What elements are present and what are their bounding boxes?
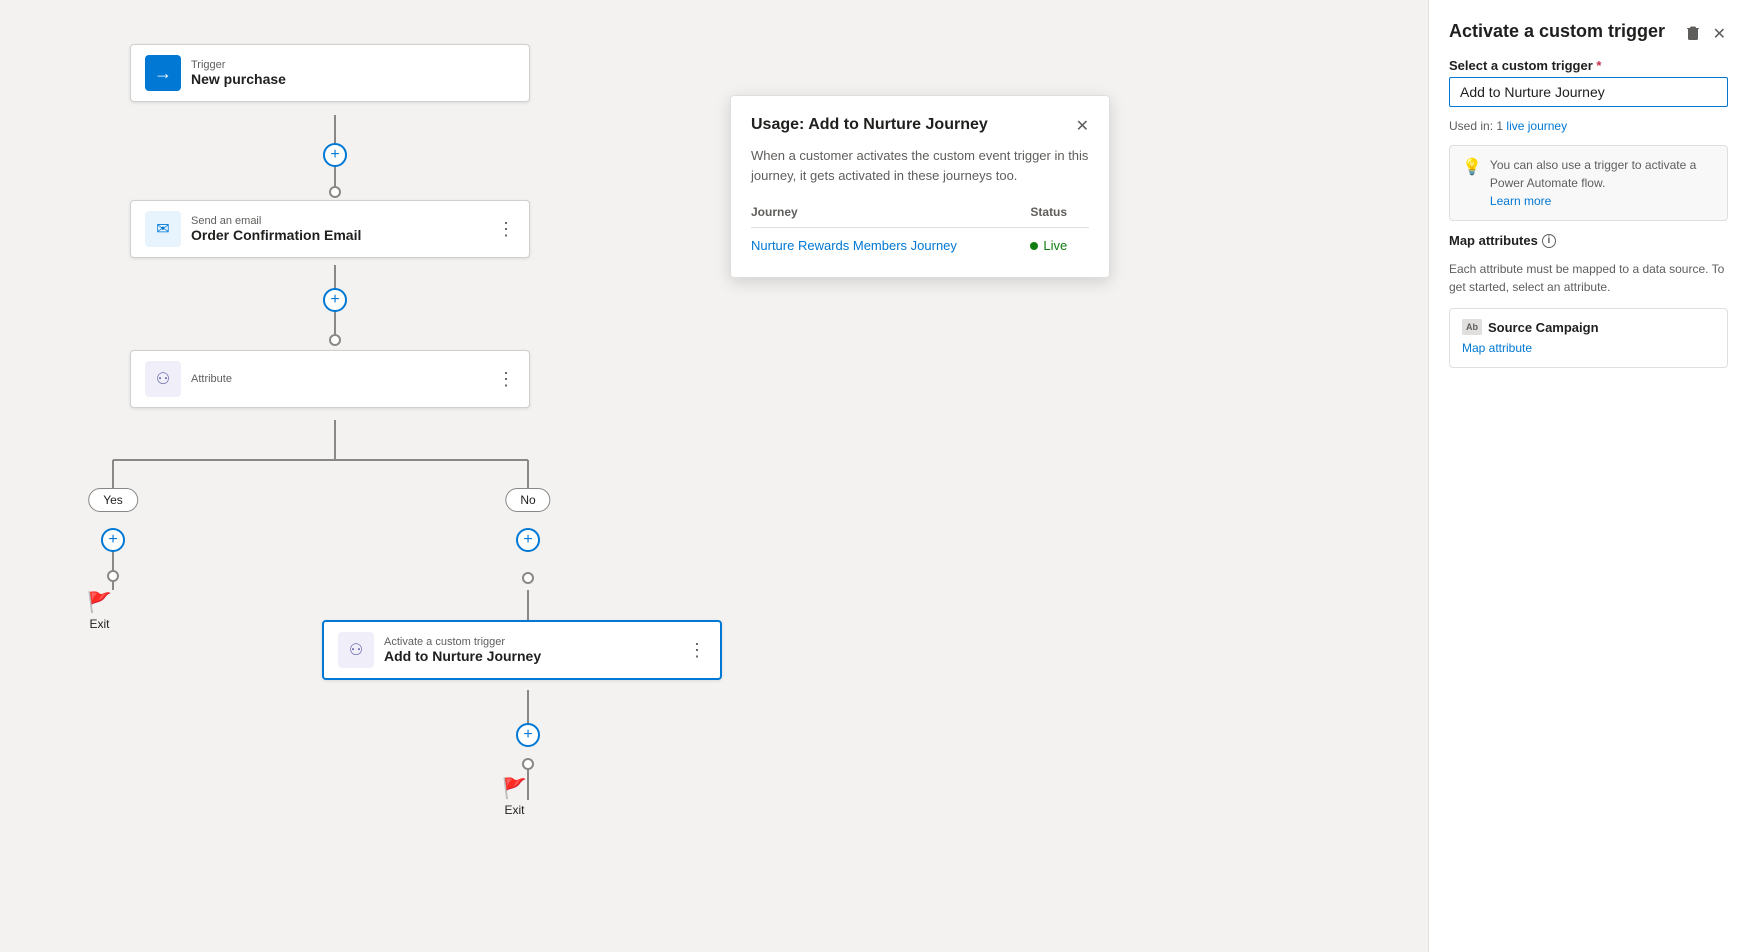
status-dot <box>1030 242 1038 250</box>
popup-title: Usage: Add to Nurture Journey <box>751 116 988 134</box>
trigger-input[interactable] <box>1449 77 1728 107</box>
learn-more-link[interactable]: Learn more <box>1490 194 1551 208</box>
panel-title: Activate a custom trigger <box>1449 20 1683 43</box>
attribute-text: Attribute <box>191 373 232 385</box>
used-in-text: Used in: 1 live journey <box>1449 119 1728 133</box>
col-status-header: Status <box>1030 201 1089 228</box>
info-box: 💡 You can also use a trigger to activate… <box>1449 145 1728 221</box>
exit-flag-2: 🚩 <box>502 776 527 801</box>
trigger-text: Trigger New purchase <box>191 59 286 87</box>
panel-icons: ✕ <box>1683 22 1728 46</box>
info-icon: 💡 <box>1462 157 1482 177</box>
info-circle-icon: i <box>1542 234 1556 248</box>
attribute-node[interactable]: ⚇ Attribute ⋮ <box>130 350 530 408</box>
connector-dot-yes <box>107 570 119 582</box>
popup-header: Usage: Add to Nurture Journey ✕ <box>751 116 1089 136</box>
exit-node-2: 🚩 Exit <box>502 776 527 817</box>
map-attribute-link[interactable]: Map attribute <box>1462 341 1532 355</box>
add-step-after-custom[interactable]: + <box>516 723 540 747</box>
custom-trigger-text: Activate a custom trigger Add to Nurture… <box>384 636 541 664</box>
custom-trigger-icon: ⚇ <box>338 632 374 668</box>
connector-dot-after-custom <box>522 758 534 770</box>
email-menu[interactable]: ⋮ <box>497 219 515 240</box>
panel-header: Activate a custom trigger ✕ <box>1449 20 1728 46</box>
attr-icon: Ab <box>1462 319 1482 335</box>
trigger-field-group: Select a custom trigger * <box>1449 58 1728 107</box>
email-icon: ✉ <box>145 211 181 247</box>
popup-table: Journey Status Nurture Rewards Members J… <box>751 201 1089 257</box>
popup-desc: When a customer activates the custom eve… <box>751 146 1089 185</box>
email-text: Send an email Order Confirmation Email <box>191 215 361 243</box>
custom-trigger-node[interactable]: ⚇ Activate a custom trigger Add to Nurtu… <box>322 620 722 680</box>
add-step-1[interactable]: + <box>323 143 347 167</box>
live-journey-link[interactable]: live journey <box>1506 119 1567 133</box>
yes-branch-label: Yes <box>88 488 138 512</box>
connector-dot-no <box>522 572 534 584</box>
status-live: Live <box>1030 238 1081 253</box>
map-attributes-label: Map attributes i <box>1449 233 1728 248</box>
add-step-no[interactable]: + <box>516 528 540 552</box>
attr-desc: Each attribute must be mapped to a data … <box>1449 260 1728 296</box>
email-node[interactable]: ✉ Send an email Order Confirmation Email… <box>130 200 530 258</box>
col-journey-header: Journey <box>751 201 1030 228</box>
attribute-icon: ⚇ <box>145 361 181 397</box>
close-button[interactable]: ✕ <box>1711 22 1728 46</box>
journey-link[interactable]: Nurture Rewards Members Journey <box>751 238 957 253</box>
trigger-icon: → <box>145 55 181 91</box>
delete-button[interactable] <box>1683 24 1703 44</box>
trigger-node[interactable]: → Trigger New purchase <box>130 44 530 102</box>
connector-dot-2 <box>329 334 341 346</box>
usage-popup: Usage: Add to Nurture Journey ✕ When a c… <box>730 95 1110 278</box>
field-label: Select a custom trigger * <box>1449 58 1728 73</box>
attr-card-header: Ab Source Campaign <box>1462 319 1715 335</box>
custom-trigger-menu[interactable]: ⋮ <box>688 640 706 661</box>
add-step-2[interactable]: + <box>323 288 347 312</box>
connector-svg <box>0 0 1428 952</box>
info-text: You can also use a trigger to activate a… <box>1490 156 1715 210</box>
right-panel: Activate a custom trigger ✕ Select a cus… <box>1428 0 1748 952</box>
canvas-area: → Trigger New purchase + ✉ Send an email… <box>0 0 1428 952</box>
add-step-yes[interactable]: + <box>101 528 125 552</box>
exit-flag-1: 🚩 <box>87 590 112 615</box>
popup-close-button[interactable]: ✕ <box>1076 116 1089 136</box>
attribute-menu[interactable]: ⋮ <box>497 369 515 390</box>
attribute-card: Ab Source Campaign Map attribute <box>1449 308 1728 368</box>
table-row: Nurture Rewards Members Journey Live <box>751 228 1089 258</box>
no-branch-label: No <box>505 488 550 512</box>
connector-dot-1 <box>329 186 341 198</box>
exit-node-1: 🚩 Exit <box>87 590 112 631</box>
